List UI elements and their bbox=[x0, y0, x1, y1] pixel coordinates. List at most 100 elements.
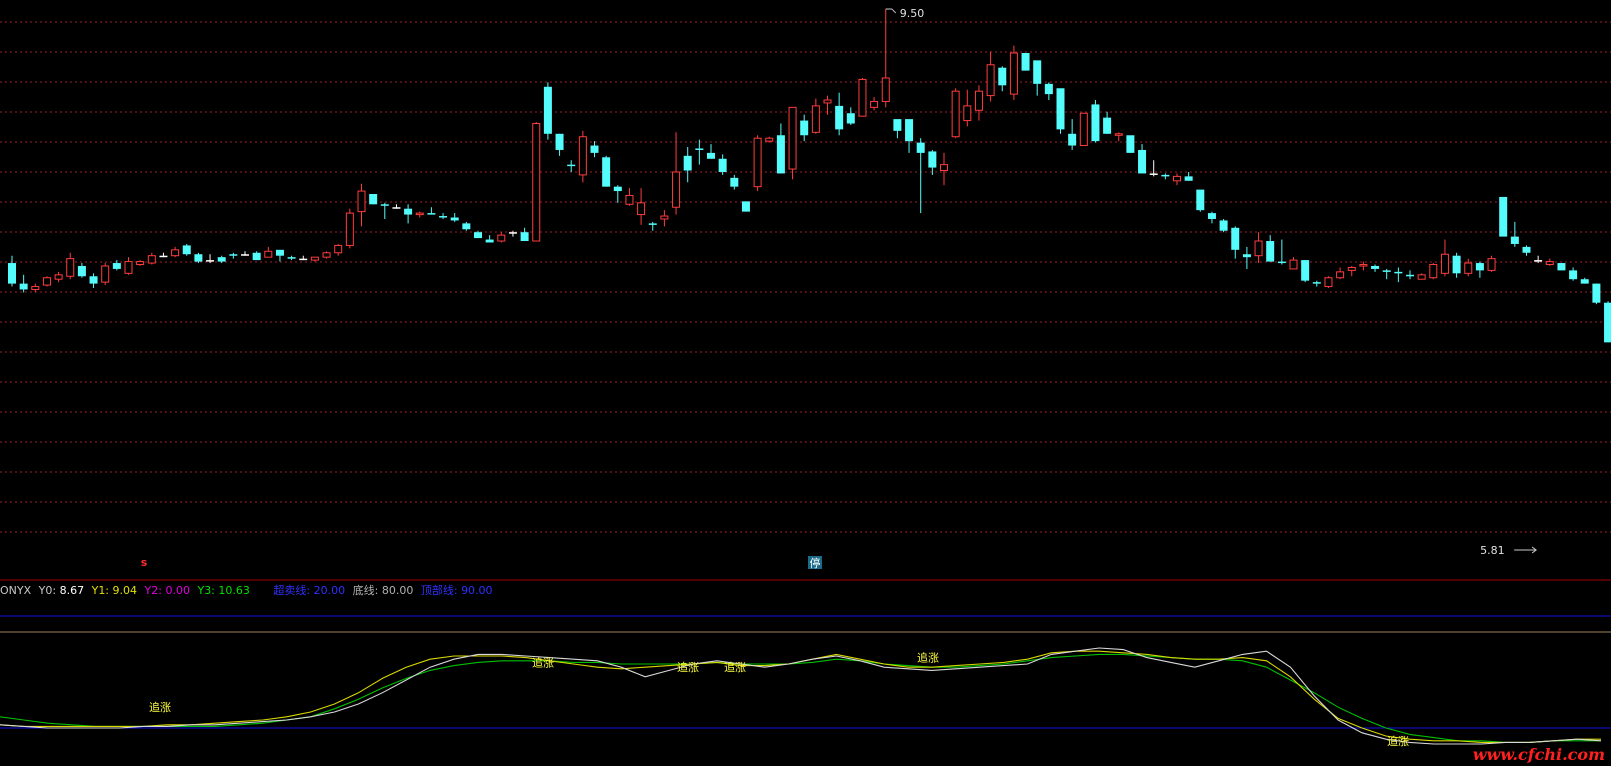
candle-body bbox=[1173, 175, 1181, 182]
candle-body bbox=[1487, 258, 1496, 271]
candle-body bbox=[1545, 261, 1554, 266]
candle-body bbox=[462, 223, 471, 230]
candle-body bbox=[206, 260, 215, 262]
candle-body bbox=[439, 216, 448, 218]
candle-body bbox=[998, 67, 1007, 86]
candle-body bbox=[928, 151, 937, 168]
candle-body bbox=[881, 77, 890, 102]
candle-body bbox=[1324, 277, 1333, 288]
candle-body bbox=[800, 120, 809, 136]
candle-body bbox=[1452, 255, 1461, 274]
candle-body bbox=[1406, 274, 1414, 277]
candle-body bbox=[1056, 88, 1065, 130]
candle-body bbox=[765, 137, 774, 142]
candle-body bbox=[1359, 264, 1368, 267]
candle-body bbox=[1009, 52, 1018, 95]
candle-body bbox=[1522, 246, 1531, 253]
candle-body bbox=[1592, 283, 1601, 303]
candle-body bbox=[1161, 174, 1170, 177]
candle-body bbox=[497, 234, 506, 242]
candle-body bbox=[112, 263, 121, 269]
low-price-label: 5.81 bbox=[1480, 544, 1505, 557]
legend-y0-value: 8.67 bbox=[59, 584, 85, 597]
candle-body bbox=[625, 194, 634, 205]
candle-body bbox=[1371, 265, 1380, 269]
candle-body bbox=[1126, 135, 1135, 153]
candle-body bbox=[590, 145, 599, 153]
candle-body bbox=[1068, 133, 1077, 146]
candle-body bbox=[1604, 302, 1611, 343]
candle-body bbox=[532, 123, 541, 242]
candle-body bbox=[101, 265, 110, 283]
indicator-white-line bbox=[0, 647, 1602, 745]
candle-body bbox=[776, 135, 785, 174]
candle-body bbox=[1336, 271, 1345, 279]
buy-signal-marker: 追涨 bbox=[532, 655, 554, 669]
legend-oversold-label: 超卖线: bbox=[273, 584, 311, 597]
candle-body bbox=[182, 245, 191, 255]
candle-body bbox=[543, 86, 552, 134]
legend-y2-value: 0.00 bbox=[165, 584, 190, 597]
legend-y1-label: Y1: bbox=[91, 584, 110, 597]
candle-body bbox=[1091, 104, 1100, 142]
candle-body bbox=[1417, 274, 1426, 280]
candle-body bbox=[1499, 196, 1508, 237]
candle-body bbox=[310, 256, 319, 261]
candle-body bbox=[241, 254, 249, 256]
candle-body bbox=[578, 136, 587, 176]
candle-body bbox=[252, 252, 261, 261]
candle-body bbox=[730, 177, 739, 187]
candle-body bbox=[1033, 60, 1042, 84]
watermark: www.cfchi.com bbox=[1472, 745, 1605, 764]
candle-body bbox=[229, 254, 238, 256]
low-pointer bbox=[1514, 546, 1537, 554]
indicator-green-line bbox=[0, 653, 1601, 743]
candle-body bbox=[31, 286, 40, 290]
candle-body bbox=[508, 232, 517, 234]
candle-body bbox=[823, 99, 832, 104]
candle-body bbox=[1464, 262, 1473, 274]
candlestick-chart: 9.505.81s 停追涨追涨 追涨 追涨追涨追涨 bbox=[0, 7, 1611, 748]
candle-body bbox=[858, 78, 867, 117]
candle-body bbox=[613, 186, 622, 192]
candle-body bbox=[602, 157, 611, 187]
candle-body bbox=[1207, 213, 1216, 219]
candle-body bbox=[1149, 173, 1158, 175]
candle-body bbox=[427, 213, 436, 215]
candle-body bbox=[753, 137, 762, 188]
candle-body bbox=[54, 274, 63, 280]
candle-body bbox=[357, 190, 366, 213]
candle-body bbox=[66, 258, 75, 277]
high-pointer bbox=[885, 8, 897, 14]
legend-top-value: 90.00 bbox=[461, 584, 493, 597]
candle-body bbox=[404, 208, 413, 215]
candle-body bbox=[1231, 227, 1240, 250]
indicator-legend: ONYX Y0: 8.67 Y1: 9.04 Y2: 0.00 Y3: 10.6… bbox=[0, 583, 497, 599]
candle-body bbox=[963, 105, 972, 122]
candle-body bbox=[299, 258, 308, 261]
candle-body bbox=[567, 164, 576, 167]
candle-body bbox=[89, 276, 98, 284]
candle-body bbox=[1440, 253, 1449, 274]
candle-body bbox=[1242, 254, 1251, 258]
candle-body bbox=[194, 254, 203, 262]
buy-signal-marker: 追涨 bbox=[149, 700, 171, 714]
candle-body bbox=[870, 100, 879, 108]
candle-body bbox=[1184, 176, 1193, 181]
candle-body bbox=[1289, 259, 1298, 270]
candle-body bbox=[1557, 263, 1566, 271]
legend-y3-label: Y3: bbox=[197, 584, 215, 597]
candle-body bbox=[136, 261, 145, 266]
candle-body bbox=[741, 201, 750, 212]
stop-marker: 停 bbox=[810, 556, 821, 570]
candle-body bbox=[392, 207, 401, 209]
high-price-label: 9.50 bbox=[900, 7, 925, 20]
legend-y3-value: 10.63 bbox=[218, 584, 250, 597]
candle-body bbox=[555, 133, 564, 150]
candle-body bbox=[1219, 220, 1228, 231]
candle-body bbox=[345, 212, 354, 246]
candle-body bbox=[1429, 264, 1438, 279]
candle-body bbox=[718, 158, 727, 172]
candle-body bbox=[124, 261, 133, 274]
candle-body bbox=[1301, 260, 1310, 281]
